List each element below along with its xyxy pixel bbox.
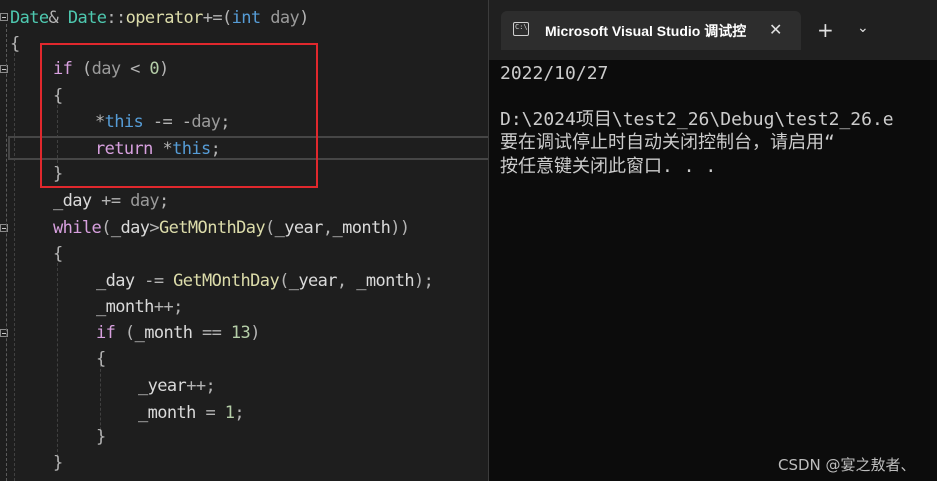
code-token: GetMOnthDay [159, 218, 266, 238]
code-token: day [270, 8, 300, 28]
code-token: ( [115, 323, 135, 343]
code-token: { [10, 34, 20, 54]
console-window[interactable]: C:\ Microsoft Visual Studio 调试控 ✕ + ⌄ 20… [488, 0, 937, 481]
code-line[interactable]: _day -= GetMOnthDay(_year, _month); [96, 268, 434, 294]
code-token: _day [110, 218, 150, 238]
code-token: while [53, 218, 102, 238]
code-token: { [96, 349, 106, 369]
code-token: Date [10, 8, 49, 28]
code-token: int [231, 8, 262, 28]
code-line[interactable]: _year++; [138, 373, 216, 399]
console-output-hint: 要在调试停止时自动关闭控制台，请启用“ [500, 132, 835, 153]
code-line[interactable]: { [10, 31, 20, 57]
title-bar: C:\ Microsoft Visual Studio 调试控 ✕ + ⌄ [489, 0, 937, 60]
code-token: { [53, 244, 63, 264]
code-token: _month [134, 323, 193, 343]
new-tab-button[interactable]: + [817, 18, 834, 42]
indent-guide [14, 48, 15, 481]
console-tab[interactable]: C:\ Microsoft Visual Studio 调试控 ✕ [501, 11, 801, 50]
code-token: operator [125, 8, 204, 28]
code-token: ) [299, 8, 309, 28]
indent-guide [57, 258, 58, 462]
code-line[interactable]: if (_month == 13) [96, 320, 260, 346]
code-token: } [53, 453, 63, 473]
code-token: += [91, 191, 131, 211]
code-token: _year [274, 218, 324, 238]
code-token: Date [67, 8, 107, 28]
red-highlight-box [40, 43, 318, 188]
terminal-icon-glyph: C:\ [515, 23, 528, 31]
code-line[interactable]: _month = 1; [138, 400, 245, 426]
code-line[interactable]: while(_day>GetMOnthDay(_year,_month)) [53, 215, 410, 241]
code-token: > [149, 218, 160, 238]
code-token: if [96, 323, 116, 343]
code-line[interactable]: _month++; [96, 294, 183, 320]
code-token: GetMOnthDay [173, 271, 280, 291]
code-token: = [195, 403, 225, 423]
code-line[interactable]: _day += day; [53, 188, 169, 214]
code-token: _year [288, 271, 338, 291]
code-line[interactable]: { [53, 241, 63, 267]
code-token: 13 [230, 323, 251, 343]
console-output-path: D:\2024项目\test2_26\Debug\test2_26.e [500, 109, 894, 130]
code-line[interactable]: } [53, 450, 63, 476]
code-token: _day [53, 191, 92, 211]
terminal-icon: C:\ [513, 22, 529, 36]
code-token: _month [138, 403, 196, 423]
code-token: ( [101, 218, 111, 238]
code-token: } [96, 427, 106, 447]
code-token: _month [96, 297, 154, 317]
chevron-down-icon[interactable]: ⌄ [857, 20, 869, 36]
code-token: _month [332, 218, 391, 238]
code-line[interactable]: } [96, 424, 106, 450]
code-token: , [336, 271, 357, 291]
code-token: +=( [202, 8, 233, 28]
code-token: & [48, 8, 68, 28]
code-token: 1 [224, 403, 235, 423]
watermark: CSDN @宴之敖者、 [778, 456, 916, 474]
code-token: _year [138, 376, 187, 396]
tab-title: Microsoft Visual Studio 调试控 [545, 23, 747, 39]
code-line[interactable]: { [96, 346, 106, 372]
code-token: ; [159, 191, 169, 211]
code-token: ++; [153, 297, 184, 317]
code-token: )) [390, 218, 410, 238]
code-token: ; [234, 403, 244, 423]
code-line[interactable]: Date& Date::operator+=(int day) [10, 5, 309, 31]
code-token: ) [250, 323, 260, 343]
console-output-press-key: 按任意键关闭此窗口. . . [500, 156, 717, 177]
code-token: day [130, 191, 160, 211]
code-token: -= [134, 271, 174, 291]
code-token: _day [96, 271, 135, 291]
code-token: ( [265, 218, 275, 238]
code-token: _month [356, 271, 414, 291]
fold-line [6, 24, 7, 481]
fold-marker-function[interactable] [0, 13, 8, 21]
console-output-date: 2022/10/27 [500, 63, 609, 84]
code-token: ( [279, 271, 289, 291]
code-token: :: [106, 8, 126, 28]
code-editor[interactable]: Date& Date::operator+=(int day){if (day … [0, 0, 490, 481]
code-token: == [192, 323, 231, 343]
code-token: ++; [186, 376, 216, 396]
code-token: ); [414, 271, 434, 291]
close-icon[interactable]: ✕ [769, 20, 782, 39]
